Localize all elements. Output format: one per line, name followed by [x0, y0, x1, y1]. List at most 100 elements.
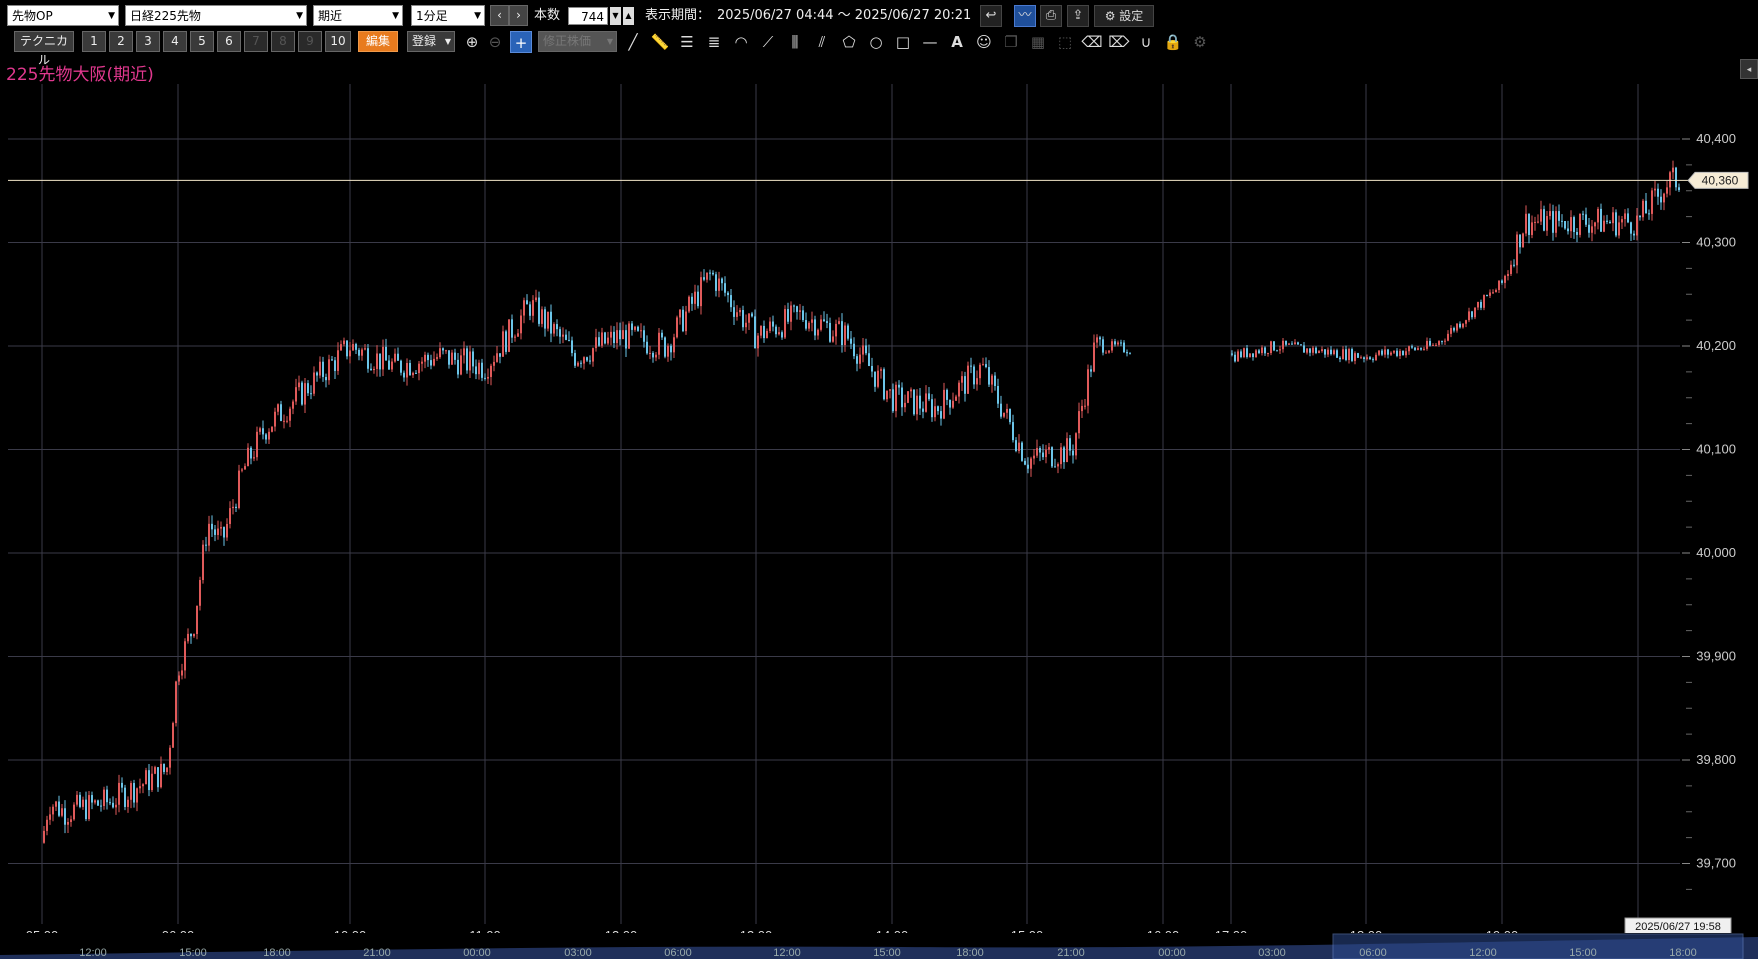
candle-body: [247, 447, 249, 467]
next-button[interactable]: ›: [509, 5, 528, 26]
bars-input[interactable]: 744: [568, 7, 608, 25]
export-button[interactable]: ⇪: [1067, 5, 1089, 27]
candle-body: [661, 332, 663, 338]
candle: [79, 791, 81, 809]
interval-select[interactable]: 1分足 ▼: [411, 5, 485, 26]
candle-body: [1561, 220, 1563, 222]
pentagon-tool[interactable]: ⬠: [838, 31, 860, 53]
icon-tool[interactable]: ☺: [973, 31, 995, 53]
trendline-tool[interactable]: ╱: [622, 31, 644, 53]
candle: [1321, 346, 1323, 353]
undo-button[interactable]: ↩: [980, 5, 1002, 27]
register-label: 登録: [412, 34, 437, 48]
candle-body: [922, 408, 924, 412]
crosshair-button[interactable]: +: [510, 31, 532, 53]
y-tick-label: 40,300: [1696, 235, 1736, 250]
candle-body: [1453, 328, 1455, 331]
slot-9-button[interactable]: 9: [298, 31, 322, 52]
technical-button[interactable]: テクニカル: [14, 31, 74, 67]
bars-dropdown[interactable]: ▼: [610, 7, 621, 25]
candle-body: [1051, 447, 1053, 467]
collapse-panel-button[interactable]: ◂: [1740, 59, 1758, 79]
magnet-tool[interactable]: ∪: [1135, 31, 1157, 53]
register-dropdown[interactable]: 登録 ▼: [407, 31, 455, 52]
candle-body: [1567, 228, 1569, 232]
candle: [1078, 402, 1080, 439]
hlines-tool[interactable]: ☰: [676, 31, 698, 53]
fan-tool[interactable]: ⟋: [757, 31, 779, 53]
candle: [70, 815, 72, 827]
slot-5-button[interactable]: 5: [190, 31, 214, 52]
vlines-tool[interactable]: ⫼: [784, 31, 806, 53]
candle-body: [1480, 301, 1482, 308]
price-chart[interactable]: 40,400 40,300 40,200 40,100 40,000 39,900 39,8…: [0, 84, 1758, 959]
candle-body: [757, 335, 759, 349]
instrument-select[interactable]: 日経225先物 ▼: [125, 5, 307, 26]
candle: [460, 348, 462, 376]
scroll-tick-label: 21:00: [363, 947, 391, 959]
candle-body: [1564, 221, 1566, 229]
time-scrollbar[interactable]: 12:00 15:00 18:00 21:00 00:00 03:00 06:00 12:00…: [0, 933, 1758, 959]
candle: [694, 284, 696, 310]
slot-1-button[interactable]: 1: [82, 31, 106, 52]
bars-stepper-up[interactable]: ▲: [623, 7, 634, 25]
candle-body: [1354, 353, 1356, 361]
candle: [580, 360, 582, 368]
settings-button[interactable]: ⚙ 設定: [1094, 5, 1154, 27]
candle-body: [751, 313, 753, 317]
copy-tool[interactable]: ❐: [1000, 31, 1022, 53]
candle: [394, 348, 396, 363]
slot-4-button[interactable]: 4: [163, 31, 187, 52]
candle: [466, 345, 468, 374]
candle-body: [1594, 222, 1596, 227]
channel-tool[interactable]: ⫽: [811, 31, 833, 53]
candle-body: [685, 311, 687, 332]
candle-body: [427, 354, 429, 361]
candle-body: [415, 372, 417, 374]
prev-button[interactable]: ‹: [490, 5, 509, 26]
grid-tool[interactable]: ▦: [1027, 31, 1049, 53]
candle-body: [511, 319, 513, 338]
contract-select[interactable]: 期近 ▼: [313, 5, 403, 26]
arc-tool[interactable]: ◠: [730, 31, 752, 53]
candle-body: [1255, 350, 1257, 358]
select-tool[interactable]: ⬚: [1054, 31, 1076, 53]
text-tool[interactable]: A: [946, 31, 968, 53]
candle-body: [1360, 357, 1362, 359]
gear-icon: ⚙: [1193, 33, 1207, 51]
drawing-settings-tool[interactable]: ⚙: [1189, 31, 1211, 53]
lock-tool[interactable]: 🔒: [1162, 31, 1184, 53]
candle: [1000, 395, 1002, 419]
hline-tool[interactable]: —: [919, 31, 941, 53]
adjusted-price-select[interactable]: 修正株価 ▼: [538, 31, 617, 52]
candle-body: [505, 331, 507, 352]
zoom-out-button[interactable]: ⊖: [484, 31, 506, 53]
candle: [1249, 353, 1251, 358]
vertical-lines-icon: ⫼: [791, 33, 799, 51]
slot-7-button[interactable]: 7: [244, 31, 268, 52]
rectangle-tool[interactable]: □: [892, 31, 914, 53]
slot-8-button[interactable]: 8: [271, 31, 295, 52]
slot-2-button[interactable]: 2: [109, 31, 133, 52]
print-button[interactable]: ⎙: [1040, 5, 1062, 27]
circle-tool[interactable]: ○: [865, 31, 887, 53]
candle: [88, 790, 90, 822]
ruler-tool[interactable]: 📏: [649, 31, 671, 53]
chart-mode-button[interactable]: 〰: [1014, 5, 1036, 27]
candle: [784, 305, 786, 340]
edit-button[interactable]: 編集: [358, 31, 398, 52]
market-select[interactable]: 先物OP ▼: [7, 5, 119, 26]
eraser-all-tool[interactable]: ⌦: [1108, 31, 1130, 53]
candle: [574, 349, 576, 368]
candle-body: [1033, 455, 1035, 459]
fib-tool[interactable]: ≣: [703, 31, 725, 53]
eraser-tool[interactable]: ⌫: [1081, 31, 1103, 53]
candle-body: [1243, 348, 1245, 358]
candle-body: [1348, 349, 1350, 361]
slot-6-button[interactable]: 6: [217, 31, 241, 52]
slot-3-button[interactable]: 3: [136, 31, 160, 52]
slot-10-button[interactable]: 10: [325, 31, 351, 52]
zoom-in-button[interactable]: ⊕: [461, 31, 483, 53]
candle: [976, 370, 978, 391]
candle: [208, 515, 210, 552]
